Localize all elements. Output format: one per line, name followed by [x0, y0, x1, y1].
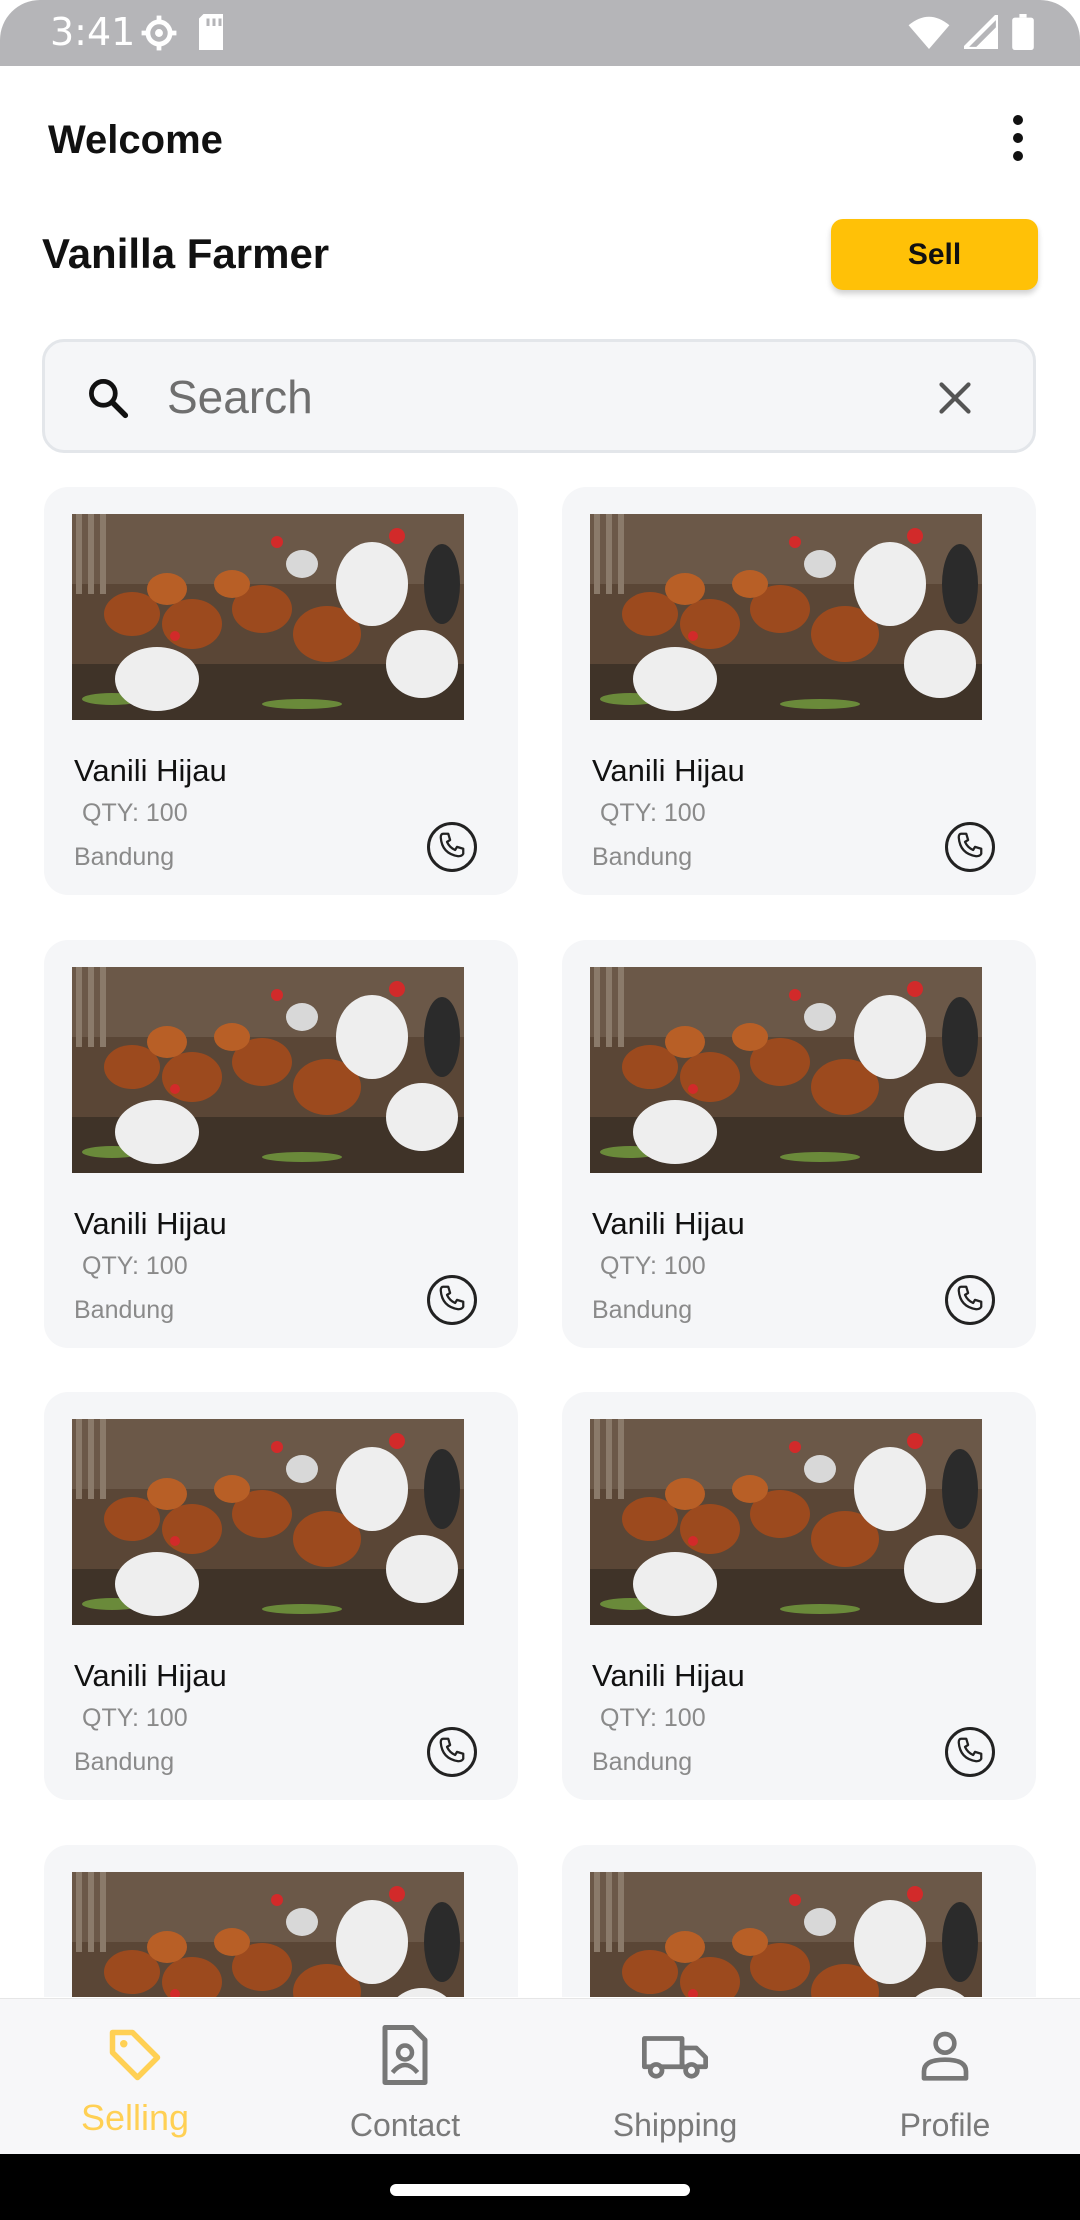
product-title: Vanili Hijau — [74, 1658, 227, 1693]
product-image — [590, 1872, 982, 1997]
product-qty: QTY: 100 — [82, 1704, 188, 1732]
product-title: Vanili Hijau — [592, 1206, 745, 1241]
product-grid[interactable]: Vanili Hijau QTY: 100 Bandung Vanili Hij… — [44, 487, 1036, 1997]
product-title: Vanili Hijau — [592, 753, 745, 788]
tag-icon — [0, 2025, 270, 2085]
more-vert-icon — [1013, 115, 1023, 125]
search-bar[interactable] — [42, 339, 1036, 453]
product-location: Bandung — [74, 1748, 175, 1776]
nav-label-profile: Profile — [899, 2107, 991, 2143]
nav-label-contact: Contact — [349, 2107, 461, 2143]
product-qty: QTY: 100 — [600, 799, 706, 827]
contact-card-icon — [270, 2025, 540, 2085]
product-location: Bandung — [74, 1296, 175, 1324]
welcome-title: Welcome — [48, 118, 223, 162]
product-card[interactable]: Vanili Hijau QTY: 100 Bandung — [562, 1392, 1036, 1800]
product-qty: QTY: 100 — [600, 1704, 706, 1732]
sell-button[interactable]: Sell — [831, 219, 1038, 290]
call-button[interactable] — [945, 822, 995, 872]
nav-item-profile[interactable]: Profile — [810, 1999, 1080, 2155]
call-button[interactable] — [945, 1727, 995, 1777]
product-image — [72, 1872, 464, 1997]
person-icon — [810, 2025, 1080, 2085]
product-card[interactable] — [44, 1845, 518, 1997]
product-card[interactable]: Vanili Hijau QTY: 100 Bandung — [44, 940, 518, 1348]
product-image — [590, 1419, 982, 1625]
product-title: Vanili Hijau — [592, 1658, 745, 1693]
call-button[interactable] — [945, 1275, 995, 1325]
farmer-name: Vanilla Farmer — [42, 230, 330, 277]
product-image — [590, 514, 982, 720]
product-card[interactable]: Vanili Hijau QTY: 100 Bandung — [562, 487, 1036, 895]
product-card[interactable]: Vanili Hijau QTY: 100 Bandung — [562, 940, 1036, 1348]
product-image — [72, 1419, 464, 1625]
phone-icon — [437, 830, 467, 865]
phone-icon — [437, 1283, 467, 1318]
search-icon — [85, 375, 129, 424]
product-qty: QTY: 100 — [82, 1252, 188, 1280]
call-button[interactable] — [427, 1275, 477, 1325]
phone-icon — [955, 1735, 985, 1770]
bottom-navigation: Selling Contact Shipping Profile — [0, 1998, 1080, 2154]
call-button[interactable] — [427, 822, 477, 872]
product-location: Bandung — [592, 843, 693, 871]
phone-icon — [955, 1283, 985, 1318]
nav-label-selling: Selling — [80, 2097, 190, 2138]
system-navigation — [0, 2154, 1080, 2220]
product-card[interactable]: Vanili Hijau QTY: 100 Bandung — [44, 1392, 518, 1800]
nav-label-shipping: Shipping — [612, 2107, 738, 2143]
product-location: Bandung — [592, 1296, 693, 1324]
product-image — [72, 514, 464, 720]
sd-card-icon — [196, 14, 226, 57]
signal-icon — [958, 9, 1001, 54]
phone-icon — [437, 1735, 467, 1770]
wifi-icon — [908, 15, 950, 54]
product-qty: QTY: 100 — [82, 799, 188, 827]
phone-icon — [955, 830, 985, 865]
status-time: 3:41 — [50, 10, 136, 54]
settings-icon — [140, 14, 178, 57]
more-options-button[interactable] — [998, 110, 1038, 166]
product-image — [72, 967, 464, 1173]
product-image — [590, 967, 982, 1173]
nav-item-selling[interactable]: Selling — [0, 1999, 270, 2155]
close-icon[interactable] — [937, 380, 973, 421]
truck-icon — [540, 2025, 810, 2085]
call-button[interactable] — [427, 1727, 477, 1777]
product-location: Bandung — [592, 1748, 693, 1776]
product-title: Vanili Hijau — [74, 753, 227, 788]
nav-item-contact[interactable]: Contact — [270, 1999, 540, 2155]
gesture-handle[interactable] — [390, 2184, 690, 2196]
product-location: Bandung — [74, 843, 175, 871]
status-bar: 3:41 — [0, 0, 1080, 66]
product-card[interactable]: Vanili Hijau QTY: 100 Bandung — [44, 487, 518, 895]
battery-icon — [1012, 14, 1034, 55]
product-card[interactable] — [562, 1845, 1036, 1997]
nav-item-shipping[interactable]: Shipping — [540, 1999, 810, 2155]
search-input[interactable] — [167, 366, 867, 428]
product-qty: QTY: 100 — [600, 1252, 706, 1280]
product-title: Vanili Hijau — [74, 1206, 227, 1241]
